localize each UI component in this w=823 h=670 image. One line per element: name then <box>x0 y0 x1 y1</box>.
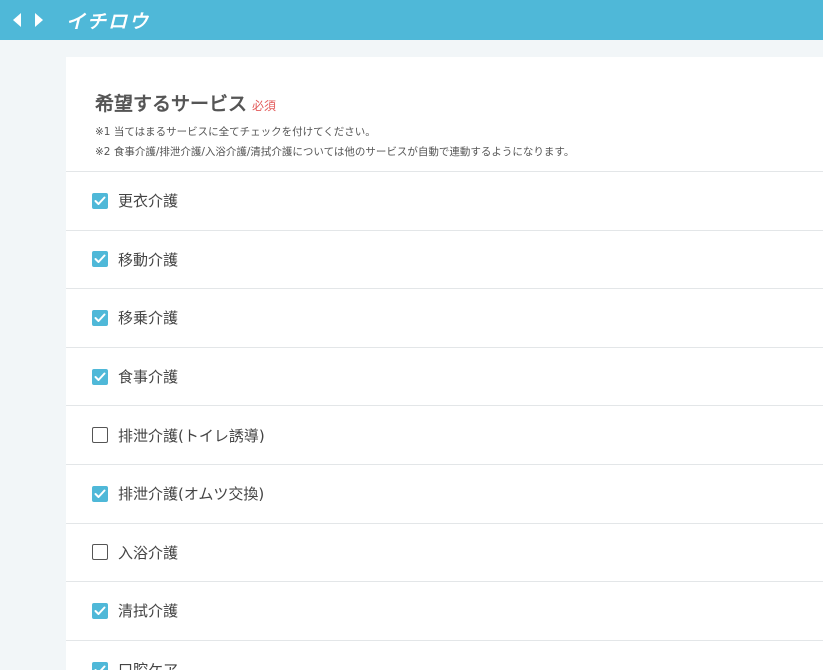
checkbox-checked[interactable] <box>92 251 108 268</box>
forward-button[interactable] <box>28 0 50 40</box>
service-option-label: 排泄介護(オムツ交換) <box>118 485 265 504</box>
check-icon <box>94 254 106 264</box>
service-option[interactable]: 更衣介護 <box>66 172 823 231</box>
back-button[interactable] <box>6 0 28 40</box>
service-option[interactable]: 排泄介護(トイレ誘導) <box>66 406 823 465</box>
service-option[interactable]: 入浴介護 <box>66 524 823 583</box>
service-option-label: 清拭介護 <box>118 602 179 621</box>
service-option[interactable]: 移動介護 <box>66 231 823 290</box>
service-option-label: 排泄介護(トイレ誘導) <box>118 426 265 445</box>
checkbox-checked[interactable] <box>92 309 108 326</box>
section-title-row: 希望するサービス 必須 <box>95 89 794 116</box>
service-option-label: 入浴介護 <box>118 543 179 562</box>
service-option-label: 口腔ケア <box>118 659 178 670</box>
app-logo: イチロウ <box>66 10 151 33</box>
section-title: 希望するサービス <box>95 93 248 115</box>
required-badge: 必須 <box>252 99 277 113</box>
checkbox-unchecked[interactable] <box>92 427 108 444</box>
check-icon <box>94 313 106 322</box>
check-icon <box>94 489 106 498</box>
service-option[interactable]: 食事介護 <box>66 348 823 407</box>
service-option-label: 食事介護 <box>118 368 179 387</box>
service-option[interactable]: 移乗介護 <box>66 289 823 348</box>
check-icon <box>94 196 106 205</box>
checkbox-checked[interactable] <box>92 368 108 385</box>
checkbox-checked[interactable] <box>92 602 108 619</box>
chevron-right-icon <box>35 13 43 27</box>
note-1: ※1 当てはまるサービスに全てチェックを付けてください。 <box>95 126 376 138</box>
service-option[interactable]: 清拭介護 <box>66 582 823 641</box>
checkbox-checked[interactable] <box>92 192 108 209</box>
checkbox-checked[interactable] <box>92 661 108 670</box>
check-icon <box>94 606 106 615</box>
note-2: ※2 食事介護/排泄介護/入浴介護/清拭介護については他のサービスが自動で連動す… <box>95 146 575 158</box>
service-option[interactable]: 排泄介護(オムツ交換) <box>66 465 823 524</box>
service-option-label: 移乗介護 <box>118 309 179 328</box>
chevron-left-icon <box>13 13 21 27</box>
checkbox-checked[interactable] <box>92 485 108 502</box>
checkbox-unchecked[interactable] <box>92 544 108 561</box>
service-form-panel: 希望するサービス 必須 ※1 当てはまるサービスに全てチェックを付けてください。… <box>66 57 823 670</box>
check-icon <box>94 665 106 670</box>
section-header: 希望するサービス 必須 ※1 当てはまるサービスに全てチェックを付けてください。… <box>66 57 823 172</box>
service-option[interactable]: 口腔ケア <box>66 641 823 670</box>
service-option-label: 更衣介護 <box>118 192 179 211</box>
service-options: 更衣介護移動介護移乗介護食事介護排泄介護(トイレ誘導) 排泄介護(オムツ交換) 入浴… <box>66 172 823 670</box>
service-option-label: 移動介護 <box>118 250 179 269</box>
check-icon <box>94 372 106 381</box>
app-header: イチロウ <box>0 0 823 40</box>
